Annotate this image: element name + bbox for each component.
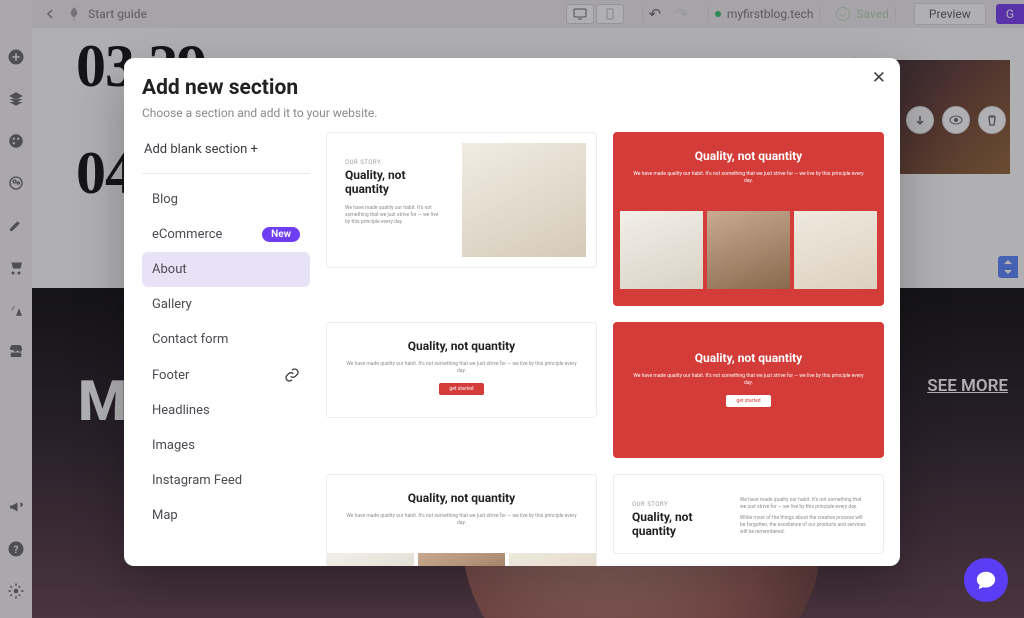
template-body: We have made quality our habit. It's not… <box>632 373 865 387</box>
close-icon[interactable]: ✕ <box>872 68 886 88</box>
add-blank-section[interactable]: Add blank section + <box>142 132 310 173</box>
template-heading: Quality, not quantity <box>632 351 865 365</box>
template-card[interactable]: Quality, not quantity We have made quali… <box>326 322 597 418</box>
template-cta: get started <box>726 395 770 407</box>
category-instagram-feed[interactable]: Instagram Feed <box>142 463 310 498</box>
category-label: Gallery <box>152 297 192 312</box>
template-heading: Quality, not quantity <box>345 168 438 197</box>
category-label: Blog <box>152 192 178 207</box>
category-label: eCommerce <box>152 227 222 242</box>
category-headlines[interactable]: Headlines <box>142 393 310 428</box>
template-heading: Quality, not quantity <box>632 510 709 539</box>
new-badge: New <box>262 227 300 242</box>
modal-title: Add new section <box>142 76 882 100</box>
category-label: Contact form <box>152 332 228 347</box>
template-overline: OUR STORY <box>632 501 668 508</box>
template-image-strip <box>327 553 596 566</box>
category-label: Instagram Feed <box>152 473 242 488</box>
link-icon <box>284 367 300 383</box>
template-heading: Quality, not quantity <box>345 339 578 353</box>
template-image <box>462 143 586 257</box>
category-ecommerce[interactable]: eCommerce New <box>142 217 310 252</box>
template-body: We have made quality our habit. It's not… <box>345 513 578 527</box>
category-gallery[interactable]: Gallery <box>142 287 310 322</box>
template-body: We have made quality our habit. It's not… <box>740 497 869 511</box>
category-label: Map <box>152 508 178 523</box>
template-card[interactable]: Quality, not quantity We have made quali… <box>613 322 884 458</box>
template-overline: OUR STORY <box>345 159 381 166</box>
template-image-strip <box>614 211 883 295</box>
category-blog[interactable]: Blog <box>142 182 310 217</box>
category-label: Footer <box>152 368 189 383</box>
modal-subtitle: Choose a section and add it to your webs… <box>142 106 882 120</box>
template-heading: Quality, not quantity <box>345 491 578 505</box>
category-label: About <box>152 262 187 277</box>
template-body-2: While most of the things about the creat… <box>740 515 869 536</box>
chat-bubble[interactable] <box>964 558 1008 602</box>
category-footer[interactable]: Footer <box>142 357 310 393</box>
template-body: We have made quality our habit. It's not… <box>345 205 438 226</box>
category-contact-form[interactable]: Contact form <box>142 322 310 357</box>
category-about[interactable]: About <box>142 252 310 287</box>
template-body: We have made quality our habit. It's not… <box>345 361 578 375</box>
add-section-modal: ✕ Add new section Choose a section and a… <box>124 58 900 566</box>
template-card[interactable]: Quality, not quantity We have made quali… <box>613 132 884 306</box>
category-map[interactable]: Map <box>142 498 310 533</box>
template-cta: get started <box>439 383 483 395</box>
template-heading: Quality, not quantity <box>632 149 865 163</box>
template-body: We have made quality our habit. It's not… <box>632 171 865 185</box>
category-list: Add blank section + Blog eCommerce New Abou… <box>124 132 324 566</box>
template-card[interactable]: Quality, not quantity We have made quali… <box>326 474 597 566</box>
category-label: Headlines <box>152 403 210 418</box>
template-card[interactable]: OUR STORY Quality, not quantity We have … <box>326 132 597 268</box>
template-grid: OUR STORY Quality, not quantity We have … <box>324 132 900 566</box>
template-card[interactable]: OUR STORY Quality, not quantity We have … <box>613 474 884 554</box>
category-label: Images <box>152 438 195 453</box>
category-images[interactable]: Images <box>142 428 310 463</box>
